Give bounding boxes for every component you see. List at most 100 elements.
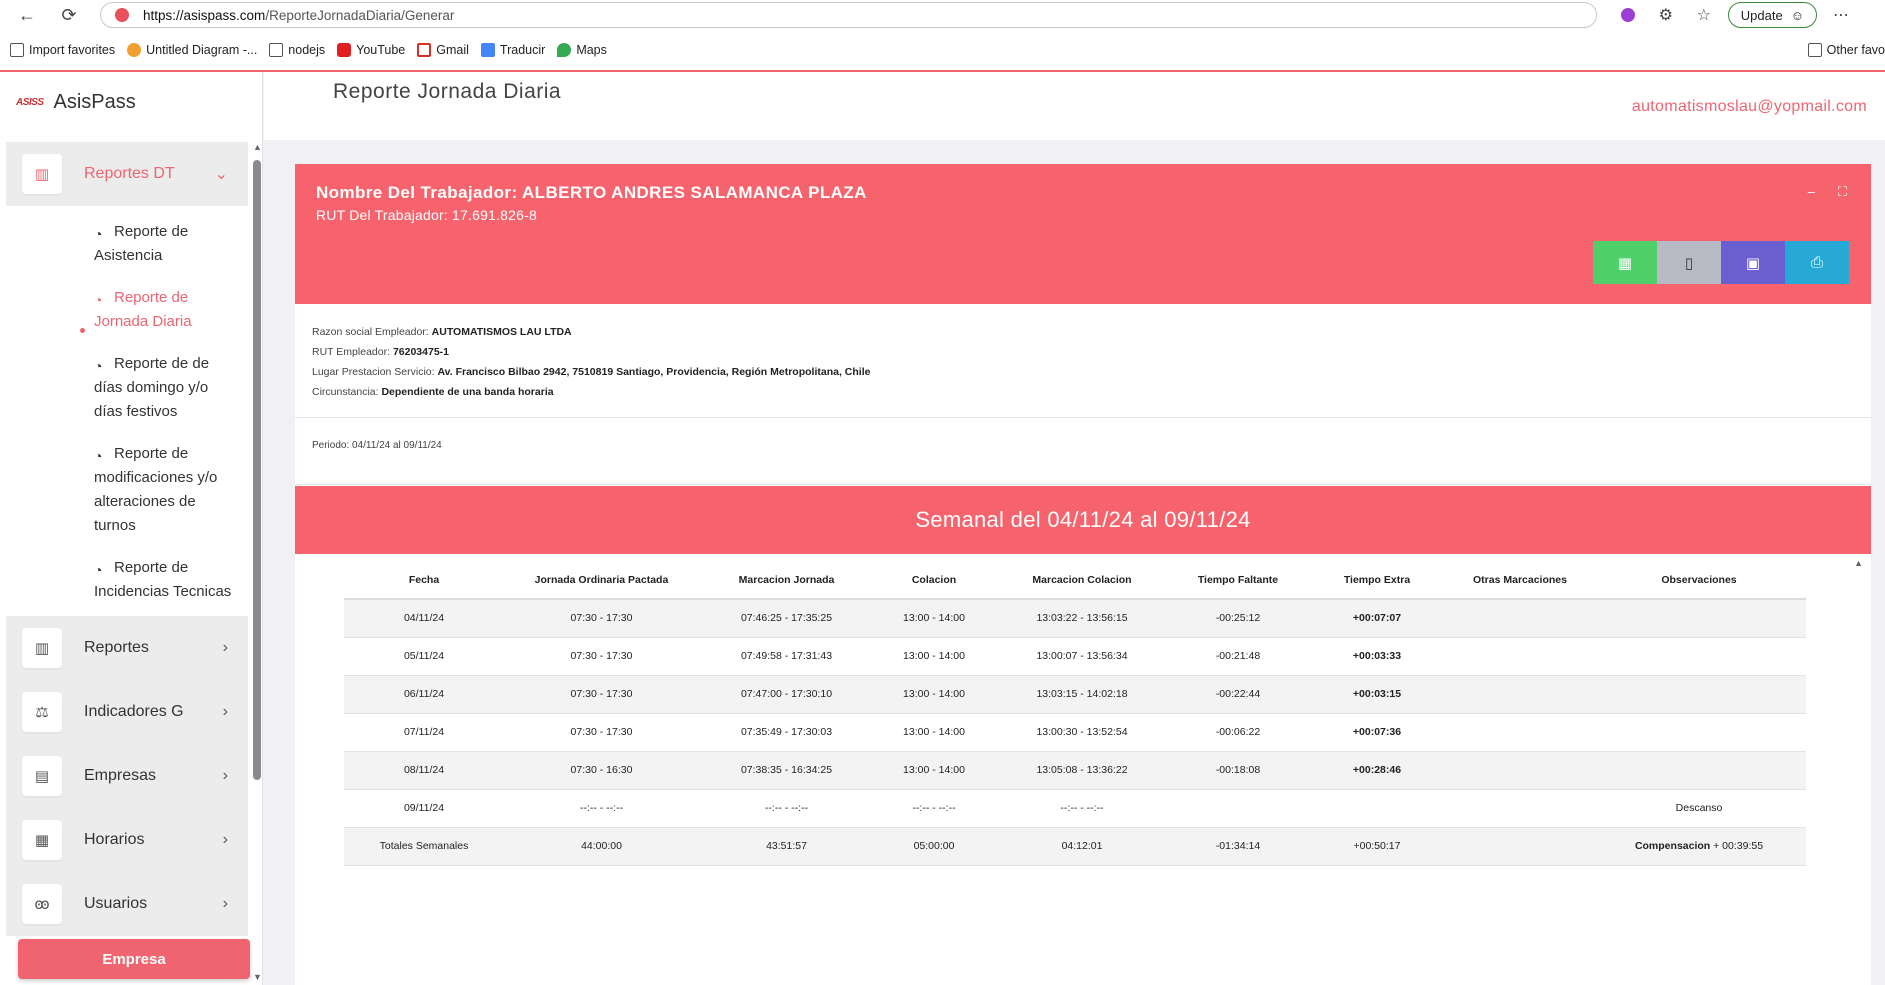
browser-toolbar: ← ⟳ https://asispass.com/ReporteJornadaD… <box>0 0 1885 30</box>
cell-marcacion: 07:38:35 - 16:34:25 <box>699 751 874 790</box>
site-icon <box>115 8 129 22</box>
lugar-servicio-label: Lugar Prestacion Servicio: <box>312 366 435 378</box>
bookmark-maps[interactable]: Maps <box>557 43 607 57</box>
sidebar-item-reportes[interactable]: ▥ Reportes › <box>6 616 248 680</box>
cell-colacion: 13:00 - 14:00 <box>874 637 994 676</box>
export-word-button[interactable]: ▣ <box>1721 241 1785 284</box>
subitem-reporte-jornada-diaria[interactable]: ◔ Reporte de Jornada Diaria <box>6 276 248 342</box>
sidebar: ASISS AsisPass ▥ Reportes DT ⌄ ◔ Reporte… <box>0 72 263 985</box>
cell-otras <box>1448 713 1592 752</box>
users-icon: ꙭ <box>22 884 62 924</box>
sidebar-item-reportes-dt[interactable]: ▥ Reportes DT ⌄ <box>6 142 248 206</box>
fullscreen-icon[interactable]: ⛶ <box>1838 184 1847 200</box>
minimize-icon[interactable]: – <box>1808 184 1815 199</box>
bookmark-label: Gmail <box>436 43 469 57</box>
export-excel-button[interactable]: ▦ <box>1593 241 1657 284</box>
bookmark-gmail[interactable]: Gmail <box>417 43 469 57</box>
bookmark-untitled-diagram[interactable]: Untitled Diagram -... <box>127 43 257 57</box>
sidebar-menu: ▥ Reportes DT ⌄ ◔ Reporte de Asistencia … <box>6 142 248 985</box>
bookmark-label: Untitled Diagram -... <box>146 43 258 57</box>
other-favorites[interactable]: Other favo <box>1807 30 1885 70</box>
sidebar-item-empresas[interactable]: ▤ Empresas › <box>6 744 248 808</box>
cell-marc-colacion: 13:03:22 - 13:56:15 <box>994 599 1170 638</box>
update-button[interactable]: Update ☺ <box>1727 2 1817 28</box>
bookmark-nodejs[interactable]: nodejs <box>269 43 325 57</box>
employer-info: Razon social Empleador: AUTOMATISMOS LAU… <box>312 322 870 402</box>
cell-otras <box>1448 675 1592 714</box>
back-icon[interactable]: ← <box>12 0 42 30</box>
table-scroll-up-icon[interactable]: ▲ <box>1854 558 1863 568</box>
cell-marcacion: 07:47:00 - 17:30:10 <box>699 675 874 714</box>
clipboard-icon: ▤ <box>22 756 62 796</box>
cell-obs: Descanso <box>1592 789 1806 828</box>
empresa-button[interactable]: Empresa <box>18 939 250 979</box>
totals-colacion: 05:00:00 <box>874 827 994 866</box>
subitem-label: Reporte de Jornada Diaria <box>94 289 192 330</box>
cell-marc-colacion: 13:00:07 - 13:56:34 <box>994 637 1170 676</box>
cell-jornada: 07:30 - 17:30 <box>504 637 699 676</box>
table-header-row: Fecha Jornada Ordinaria Pactada Marcacio… <box>344 561 1806 600</box>
extension-badge-icon[interactable] <box>1614 1 1642 29</box>
subitem-reporte-incidencias-tecnicas[interactable]: ◔ Reporte de Incidencias Tecnicas <box>6 546 248 612</box>
sidebar-scrollbar[interactable]: ▲ ▼ <box>250 142 262 985</box>
col-tiempo-extra: Tiempo Extra <box>1306 561 1448 600</box>
subitem-label: Reporte de de días domingo y/o días fest… <box>94 355 210 420</box>
menu-group-reportes-dt: ▥ Reportes DT ⌄ ◔ Reporte de Asistencia … <box>6 142 248 616</box>
subitem-reporte-domingos-festivos[interactable]: ◔ Reporte de de días domingo y/o días fe… <box>6 342 248 432</box>
rut-empleador-label: RUT Empleador: <box>312 346 391 358</box>
update-label: Update <box>1740 7 1783 23</box>
bookmark-traducir[interactable]: Traducir <box>480 43 545 57</box>
extensions-icon[interactable]: ⚙ <box>1652 1 1680 29</box>
table-row: 05/11/24 07:30 - 17:30 07:49:58 - 17:31:… <box>344 637 1806 676</box>
razon-social-value: AUTOMATISMOS LAU LTDA <box>431 326 572 338</box>
cell-obs <box>1592 599 1806 638</box>
export-buttons: ▦ ▯ ▣ ⎙ <box>1593 241 1849 284</box>
cell-jornada: --:-- - --:-- <box>504 789 699 828</box>
subitem-reporte-modificaciones-turnos[interactable]: ◔ Reporte de modificaciones y/o alteraci… <box>6 432 248 546</box>
brand[interactable]: ASISS AsisPass <box>0 72 262 132</box>
circunstancia-value: Dependiente de una banda horaria <box>381 386 554 398</box>
cell-marcacion: --:-- - --:-- <box>699 789 874 828</box>
sidebar-item-label: Horarios <box>84 831 145 848</box>
bookmark-youtube[interactable]: YouTube <box>337 43 405 57</box>
scroll-up-icon[interactable]: ▲ <box>253 142 262 152</box>
cell-extra: +00:03:33 <box>1306 637 1448 676</box>
sidebar-item-indicadores[interactable]: ⚖ Indicadores G › <box>6 680 248 744</box>
sidebar-item-horarios[interactable]: ▦ Horarios › <box>6 808 248 872</box>
favorites-star-icon[interactable]: ☆ <box>1690 1 1718 29</box>
sidebar-item-usuarios[interactable]: ꙭ Usuarios › <box>6 872 248 936</box>
cell-fecha: 07/11/24 <box>344 713 504 752</box>
cell-fecha: 04/11/24 <box>344 599 504 638</box>
other-favorites-label: Other favo <box>1826 43 1885 57</box>
cell-otras <box>1448 789 1592 828</box>
brand-logo: ASISS <box>16 96 44 108</box>
more-menu-icon[interactable]: ⋯ <box>1827 1 1855 29</box>
week-title: Semanal del 04/11/24 al 09/11/24 <box>295 486 1871 554</box>
cell-marc-colacion: 13:00:30 - 13:52:54 <box>994 713 1170 752</box>
subitem-reporte-asistencia[interactable]: ◔ Reporte de Asistencia <box>6 210 248 276</box>
user-email[interactable]: automatismoslau@yopmail.com <box>1632 98 1867 116</box>
col-fecha: Fecha <box>344 561 504 600</box>
lugar-servicio-row: Lugar Prestacion Servicio: Av. Francisco… <box>312 362 870 382</box>
sidebar-item-label: Indicadores G <box>84 703 184 720</box>
print-button[interactable]: ⎙ <box>1785 241 1849 284</box>
maps-pin-icon <box>557 43 572 57</box>
address-bar[interactable]: https://asispass.com/ReporteJornadaDiari… <box>100 2 1597 28</box>
pie-chart-icon: ◔ <box>94 358 103 374</box>
totals-jornada: 44:00:00 <box>504 827 699 866</box>
bookmark-import-favorites[interactable]: Import favorites <box>10 43 115 57</box>
scroll-down-icon[interactable]: ▼ <box>253 972 262 982</box>
refresh-icon[interactable]: ⟳ <box>54 0 84 30</box>
worker-name: Nombre Del Trabajador: ALBERTO ANDRES SA… <box>316 183 867 202</box>
totals-faltante: -01:34:14 <box>1170 827 1306 866</box>
export-pdf-button[interactable]: ▯ <box>1657 241 1721 284</box>
cell-faltante: -00:25:12 <box>1170 599 1306 638</box>
cell-obs <box>1592 751 1806 790</box>
bookmark-label: nodejs <box>288 43 326 57</box>
sidebar-item-label: Reportes DT <box>84 165 175 182</box>
scroll-thumb[interactable] <box>253 160 261 780</box>
col-observaciones: Observaciones <box>1592 561 1806 600</box>
page-header: Reporte Jornada Diaria automatismoslau@y… <box>264 72 1885 140</box>
sidebar-item-label: Usuarios <box>84 895 148 912</box>
totals-marcacion: 43:51:57 <box>699 827 874 866</box>
